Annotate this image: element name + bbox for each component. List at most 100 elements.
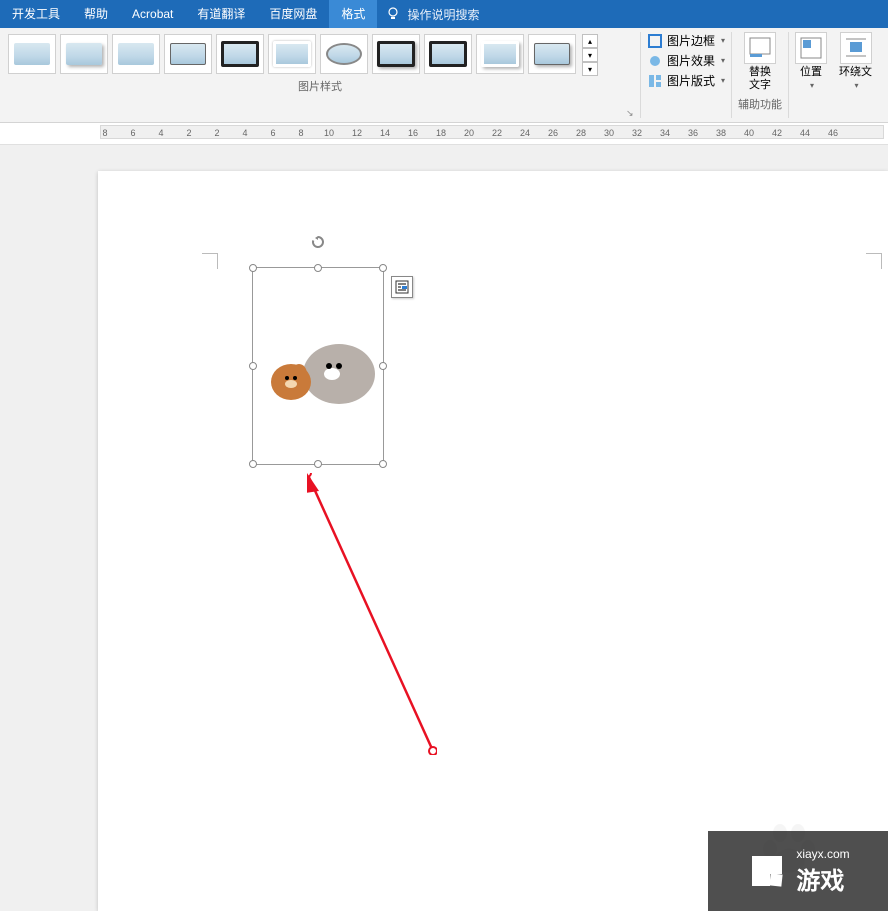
ruler-tick: 28 [576,126,586,140]
ruler-tick: 22 [492,126,502,140]
picture-layout-button[interactable]: 图片版式 ▾ [647,72,725,89]
style-thumbnail-7[interactable] [320,34,368,74]
margin-mark-top-right [866,253,882,269]
wrap-text-group: 环绕文▾ [833,28,878,122]
gallery-expand[interactable]: ▾ [582,62,598,76]
ruler-tick: 46 [828,126,838,140]
watermark-overlay: xiayx.com 游戏 [708,831,888,911]
style-thumbnail-2[interactable] [60,34,108,74]
ruler-tick: 6 [130,126,135,140]
style-thumbnail-4[interactable] [164,34,212,74]
ribbon-tab-bar: 开发工具 帮助 Acrobat 有道翻译 百度网盘 格式 操作说明搜索 [0,0,888,28]
wrap-text-button[interactable]: 环绕文▾ [839,66,872,92]
search-placeholder: 操作说明搜索 [407,6,479,23]
ruler-tick: 16 [408,126,418,140]
lightbulb-icon [385,6,401,22]
ruler-tick: 8 [102,126,107,140]
style-thumbnail-10[interactable] [476,34,524,74]
style-thumbnail-3[interactable] [112,34,160,74]
ruler-tick: 6 [270,126,275,140]
resize-handle-s[interactable] [314,460,322,468]
annotation-arrow [307,473,437,755]
ribbon: ▴ ▾ ▾ 图片样式 ↘ 图片边框 ▾ 图片效果 ▾ 图片版式 ▾ 替换 文字 … [0,28,888,123]
position-button[interactable]: 位置▾ [800,66,822,92]
style-thumbnail-8[interactable] [372,34,420,74]
ruler-tick: 24 [520,126,530,140]
ruler-tick: 2 [186,126,191,140]
tab-developer[interactable]: 开发工具 [0,0,72,28]
resize-handle-e[interactable] [379,362,387,370]
picture-adjust-group: 图片边框 ▾ 图片效果 ▾ 图片版式 ▾ [641,28,731,122]
resize-handle-n[interactable] [314,264,322,272]
alt-text-button[interactable]: 替换 文字 [749,66,771,92]
style-thumbnail-11[interactable] [528,34,576,74]
ruler-tick: 40 [744,126,754,140]
ruler-tick: 32 [632,126,642,140]
picture-border-label: 图片边框 [667,32,715,49]
alt-text-icon [744,32,776,64]
ruler-tick: 2 [214,126,219,140]
wrap-text-icon [840,32,872,64]
margin-mark-top-left [202,253,218,269]
rotate-handle[interactable] [310,234,326,250]
tell-me-search[interactable]: 操作说明搜索 [385,6,479,23]
watermark-name: 游戏 [796,861,849,896]
ruler-tick: 42 [772,126,782,140]
tab-format[interactable]: 格式 [329,0,377,28]
picture-effects-label: 图片效果 [667,52,715,69]
tab-baidu[interactable]: 百度网盘 [257,0,329,28]
watermark-url: xiayx.com [796,847,849,861]
layout-icon [647,73,663,89]
ruler-tick: 4 [242,126,247,140]
ruler-tick: 30 [604,126,614,140]
tab-help[interactable]: 帮助 [72,0,120,28]
resize-handle-w[interactable] [249,362,257,370]
gallery-scroll-up[interactable]: ▴ [582,34,598,48]
ruler-tick: 38 [716,126,726,140]
ruler-tick: 36 [688,126,698,140]
picture-border-button[interactable]: 图片边框 ▾ [647,32,725,49]
alt-text-group: 替换 文字 辅助功能 [732,28,788,122]
style-thumbnail-1[interactable] [8,34,56,74]
style-thumbnail-9[interactable] [424,34,472,74]
picture-style-gallery: ▴ ▾ ▾ [0,28,640,78]
ruler-tick: 4 [158,126,163,140]
tab-youdao[interactable]: 有道翻译 [185,0,257,28]
ruler-tick: 14 [380,126,390,140]
position-group: 位置▾ [789,28,833,122]
document-area [0,145,888,911]
resize-handle-nw[interactable] [249,264,257,272]
ruler-tick: 18 [436,126,446,140]
styles-group-label: 图片样式 [0,78,640,96]
picture-styles-group: ▴ ▾ ▾ 图片样式 ↘ [0,28,640,122]
border-icon [647,33,663,49]
chevron-down-icon: ▾ [721,76,725,85]
chevron-down-icon: ▾ [721,56,725,65]
selected-picture[interactable] [252,267,384,465]
effects-icon [647,53,663,69]
style-thumbnail-6[interactable] [268,34,316,74]
resize-handle-ne[interactable] [379,264,387,272]
ruler-tick: 20 [464,126,474,140]
gallery-scroll-down[interactable]: ▾ [582,48,598,62]
document-page[interactable] [98,171,888,911]
tab-acrobat[interactable]: Acrobat [120,0,185,28]
ruler-tick: 12 [352,126,362,140]
horizontal-ruler[interactable]: 8642246810121416182022242628303234363840… [0,123,888,145]
ruler-tick: 10 [324,126,334,140]
resize-handle-sw[interactable] [249,460,257,468]
embedded-image [257,326,381,408]
picture-effects-button[interactable]: 图片效果 ▾ [647,52,725,69]
chevron-down-icon: ▾ [721,36,725,45]
ruler-tick: 8 [298,126,303,140]
style-thumbnail-5[interactable] [216,34,264,74]
layout-options-button[interactable] [391,276,413,298]
accessibility-group-label: 辅助功能 [738,96,782,114]
styles-dialog-launcher[interactable]: ↘ [626,108,638,120]
ruler-tick: 34 [660,126,670,140]
resize-handle-se[interactable] [379,460,387,468]
position-icon [795,32,827,64]
ruler-track: 8642246810121416182022242628303234363840… [100,125,884,139]
game-logo-icon [746,850,788,892]
ruler-tick: 26 [548,126,558,140]
